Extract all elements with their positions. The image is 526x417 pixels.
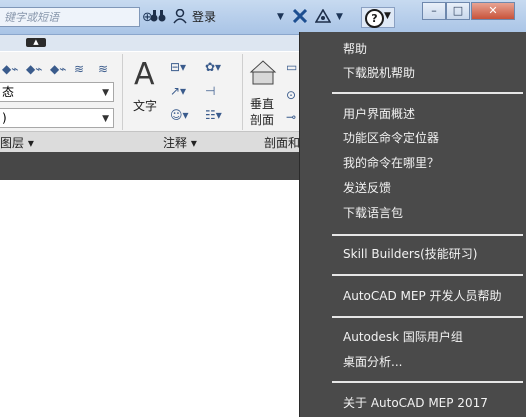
section-tool-icon[interactable]: ▭ xyxy=(286,60,297,74)
maximize-button[interactable]: □ xyxy=(446,2,470,20)
leader-icon[interactable]: ✿▾ xyxy=(205,60,221,74)
layer-combo[interactable]: ) ▼ xyxy=(0,108,114,128)
file-tab-strip xyxy=(0,152,300,180)
user-icon xyxy=(173,8,187,26)
help-menu: 帮助 下载脱机帮助 用户界面概述 功能区命令定位器 我的命令在哪里？ 发送反馈 … xyxy=(299,32,526,417)
panel-divider xyxy=(122,54,123,130)
menu-separator xyxy=(332,274,523,276)
vertical-section-label[interactable]: 垂直 剖面 xyxy=(250,96,274,128)
ribbon-panel-titles: 图层 ▾ 注释 ▾ 剖面和 xyxy=(0,131,300,152)
menu-separator xyxy=(332,316,523,318)
revision-cloud-icon[interactable]: ☺▾ xyxy=(170,108,189,122)
menu-separator xyxy=(332,92,523,94)
section-tool-icon-3[interactable]: ⊸ xyxy=(286,110,296,124)
menu-item-desktop-analytics[interactable]: 桌面分析... xyxy=(343,353,402,370)
help-button[interactable]: ? ▼ xyxy=(361,7,395,28)
menu-item-send-feedback[interactable]: 发送反馈 xyxy=(343,179,391,196)
section-tool-icon-2[interactable]: ⊙ xyxy=(286,88,296,102)
chevron-down-icon: ▼ xyxy=(102,88,109,98)
close-button[interactable]: ✕ xyxy=(471,2,515,20)
menu-item-download-language-pack[interactable]: 下载语言包 xyxy=(343,204,403,221)
layer-tool-icon-1[interactable]: ◆⌁ xyxy=(2,62,18,76)
panel-title-section[interactable]: 剖面和 xyxy=(264,134,300,151)
text-tool-label[interactable]: 文字 xyxy=(133,97,157,114)
menu-item-about[interactable]: 关于 AutoCAD MEP 2017 xyxy=(343,394,488,411)
layer-tool-icon-3[interactable]: ◆⌁ xyxy=(50,62,66,76)
menu-item-skill-builders[interactable]: Skill Builders(技能研习) xyxy=(343,245,477,262)
vertical-section-icon[interactable] xyxy=(248,58,278,91)
login-button[interactable]: 登录 xyxy=(192,9,216,26)
menu-item-ui-overview[interactable]: 用户界面概述 xyxy=(343,105,415,122)
binoculars-icon[interactable] xyxy=(150,9,166,26)
title-bar: 键字或短语 ⊕ 登录 ▼ ▼ ? ▼ – □ ✕ xyxy=(0,0,526,35)
annotation-scale-icon[interactable]: ⊣ xyxy=(205,84,215,98)
menu-separator xyxy=(332,381,523,383)
menu-item-download-offline-help[interactable]: 下载脱机帮助 xyxy=(343,64,415,81)
chevron-down-icon: ▼ xyxy=(102,114,109,124)
panel-title-layers[interactable]: 图层 ▾ xyxy=(0,134,34,151)
menu-item-ribbon-command-locator[interactable]: 功能区命令定位器 xyxy=(343,129,439,146)
menu-item-where-is-my-command[interactable]: 我的命令在哪里？ xyxy=(343,154,439,171)
a360-triangle-icon[interactable] xyxy=(314,8,332,26)
layer-tool-icon-4[interactable]: ≋ xyxy=(74,62,84,76)
panel-title-annotation[interactable]: 注释 ▾ xyxy=(163,134,197,151)
table-icon[interactable]: ☷▾ xyxy=(205,108,222,122)
minimize-button[interactable]: – xyxy=(422,2,446,20)
menu-item-developer-help[interactable]: AutoCAD MEP 开发人员帮助 xyxy=(343,287,502,304)
dimension-icon[interactable]: ⊟▾ xyxy=(170,60,186,74)
a360-dropdown-icon[interactable]: ▼ xyxy=(336,9,343,26)
text-tool-icon[interactable]: A xyxy=(134,57,155,92)
search-input[interactable]: 键字或短语 xyxy=(0,7,140,27)
layer-tool-icon-2[interactable]: ◆⌁ xyxy=(26,62,42,76)
multileader-icon[interactable]: ↗▾ xyxy=(170,84,186,98)
layer-tool-icon-5[interactable]: ≋ xyxy=(98,62,108,76)
menu-item-help[interactable]: 帮助 xyxy=(343,40,367,57)
menu-item-user-group[interactable]: Autodesk 国际用户组 xyxy=(343,328,463,345)
help-question-icon: ? xyxy=(365,9,384,28)
exchange-x-icon[interactable] xyxy=(292,8,308,26)
menu-separator xyxy=(332,234,523,236)
login-dropdown-icon[interactable]: ▼ xyxy=(277,9,284,26)
quick-access-bar: ▲ xyxy=(0,35,300,51)
layer-combo-value: ) xyxy=(2,111,7,125)
layer-state-combo-value: 态 xyxy=(2,85,15,99)
help-dropdown-icon[interactable]: ▼ xyxy=(384,11,391,21)
panel-divider xyxy=(242,54,243,130)
ribbon-minimize-toggle[interactable]: ▲ xyxy=(26,38,46,47)
layer-state-combo[interactable]: 态 ▼ xyxy=(0,82,114,102)
